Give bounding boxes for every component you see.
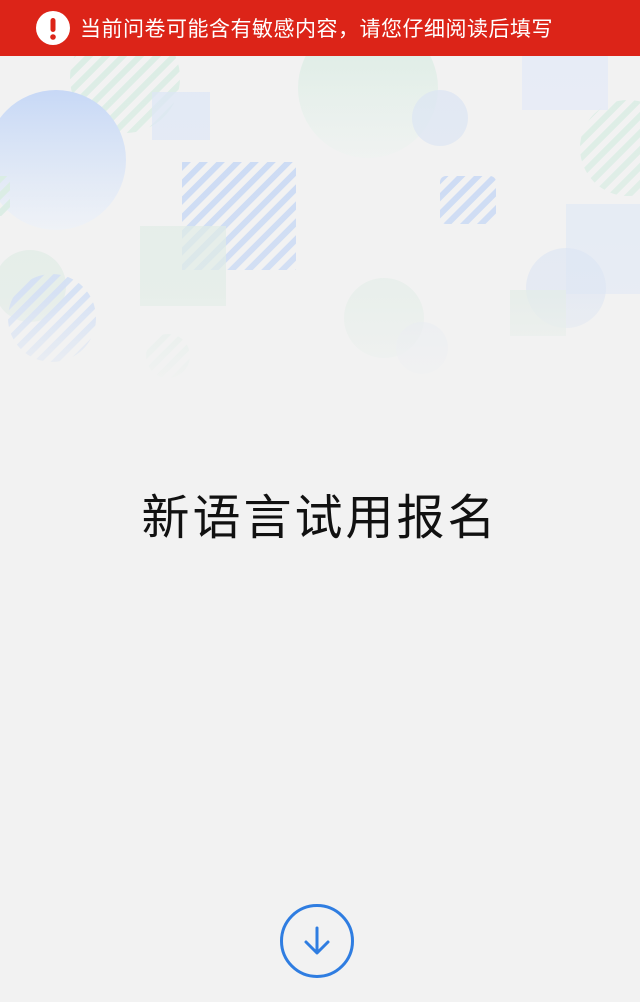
warning-text: 当前问卷可能含有敏感内容，请您仔细阅读后填写 — [80, 17, 553, 41]
header-decoration — [0, 56, 640, 396]
sensitive-content-warning-bar: 当前问卷可能含有敏感内容，请您仔细阅读后填写 — [0, 0, 640, 56]
exclamation-icon — [36, 11, 70, 45]
scroll-down-button[interactable] — [280, 904, 354, 978]
survey-title: 新语言试用报名 — [141, 490, 499, 546]
arrow-down-icon — [295, 919, 339, 963]
